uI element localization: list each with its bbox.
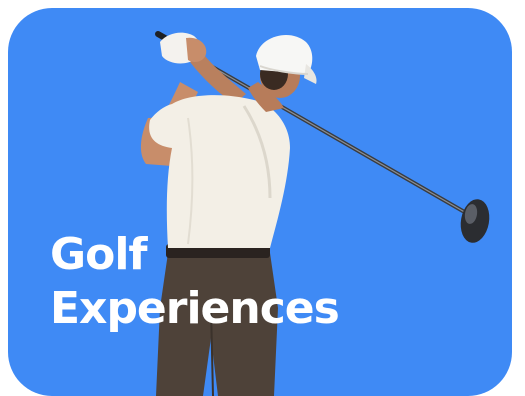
card-title: Golf Experiences: [50, 228, 340, 336]
golf-experiences-card[interactable]: Golf Experiences: [8, 8, 512, 396]
card-title-line-2: Experiences: [50, 283, 340, 334]
golfer-photo: [140, 31, 490, 396]
page: Golf Experiences: [0, 0, 525, 396]
card-title-line-1: Golf: [50, 229, 148, 280]
